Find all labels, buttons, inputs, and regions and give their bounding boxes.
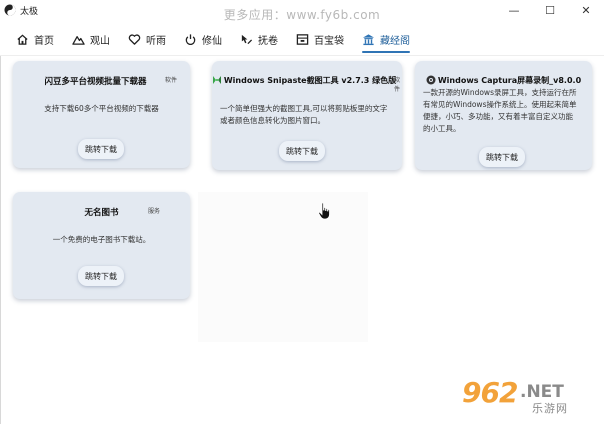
- resource-card: Windows Captura屏幕录制_v8.0.0 一款开源的Windows录…: [415, 61, 592, 170]
- card-title: 无名图书: [84, 208, 119, 218]
- heart-icon: [128, 33, 141, 45]
- card-title: 闪豆多平台视频批量下载器: [44, 77, 147, 87]
- resource-card: 无名图书 服务 一个免费的电子图书下载站。 跳转下载: [13, 192, 190, 299]
- tab-home[interactable]: 首页: [10, 27, 60, 51]
- card-description: 一款开源的Windows录屏工具，支持运行在所有常见的Windows操作系统上。…: [423, 88, 577, 133]
- card-title: Windows Captura屏幕录制_v8.0.0: [415, 75, 592, 86]
- tab-fujuan[interactable]: 抚卷: [234, 27, 284, 51]
- captura-icon: [426, 75, 436, 85]
- mountain-icon: [72, 35, 85, 45]
- main-tab-bar: 首页 观山 听雨 修仙 抚卷 百宝袋 藏经阁: [0, 26, 604, 53]
- tab-label: 抚卷: [258, 35, 278, 47]
- home-icon: [17, 33, 28, 45]
- brand-chinese: 乐游网: [532, 402, 568, 415]
- card-tag: 服务: [148, 208, 161, 215]
- tab-label: 观山: [90, 35, 110, 47]
- tab-label: 修仙: [202, 35, 222, 47]
- card-title: Windows Snipaste截图工具 v2.7.3 绿色版: [206, 75, 402, 86]
- power-icon: [185, 33, 196, 45]
- snipaste-icon: [212, 76, 221, 84]
- tab-guanshan[interactable]: 观山: [66, 27, 116, 51]
- card-tag: 软件: [394, 77, 401, 93]
- brand-number: 962: [462, 376, 518, 409]
- tab-baibaodai[interactable]: 百宝袋: [290, 27, 350, 51]
- temple-icon: [362, 33, 375, 45]
- download-button[interactable]: 跳转下载: [78, 139, 124, 159]
- card-tag: 软件: [165, 77, 178, 84]
- tab-label: 藏经阁: [380, 35, 410, 47]
- download-button[interactable]: 跳转下载: [78, 266, 124, 286]
- download-button[interactable]: 跳转下载: [479, 147, 525, 167]
- resource-card: Windows Snipaste截图工具 v2.7.3 绿色版 软件 一个简单但…: [212, 61, 402, 170]
- card-description: 一个简单但强大的截图工具,可以将剪贴板里的文字或者颜色信息转化为图片窗口。: [220, 104, 388, 125]
- card-description: 一个免费的电子图书下载站。: [52, 235, 151, 244]
- card-title-text: Windows Snipaste截图工具 v2.7.3 绿色版: [223, 76, 397, 85]
- tab-tingyu[interactable]: 听雨: [122, 27, 172, 51]
- watermark-text: 更多应用：www.fy6b.com: [223, 8, 381, 22]
- card-title-text: Windows Captura屏幕录制_v8.0.0: [437, 76, 582, 85]
- resource-card: 闪豆多平台视频批量下载器 软件 支持下载60多个平台视频的下载器 跳转下载: [13, 61, 190, 168]
- hand-cursor-icon: [318, 202, 330, 220]
- download-button[interactable]: 跳转下载: [279, 141, 325, 161]
- inbox-icon: [296, 33, 309, 45]
- tab-xiuxian[interactable]: 修仙: [178, 27, 228, 51]
- empty-area: [198, 192, 368, 342]
- tab-label: 听雨: [146, 35, 166, 47]
- card-description: 支持下载60多个平台视频的下载器: [44, 104, 159, 113]
- tab-label: 百宝袋: [314, 35, 344, 47]
- resource-grid: 闪豆多平台视频批量下载器 软件 支持下载60多个平台视频的下载器 跳转下载 Wi…: [0, 56, 604, 424]
- tab-label: 首页: [34, 35, 54, 47]
- cursor-pencil-icon: [241, 34, 253, 44]
- tab-cangjingge[interactable]: 藏经阁: [356, 27, 416, 53]
- site-brand-logo: 962 .NET 乐游网: [462, 376, 594, 416]
- brand-suffix: .NET: [520, 382, 564, 402]
